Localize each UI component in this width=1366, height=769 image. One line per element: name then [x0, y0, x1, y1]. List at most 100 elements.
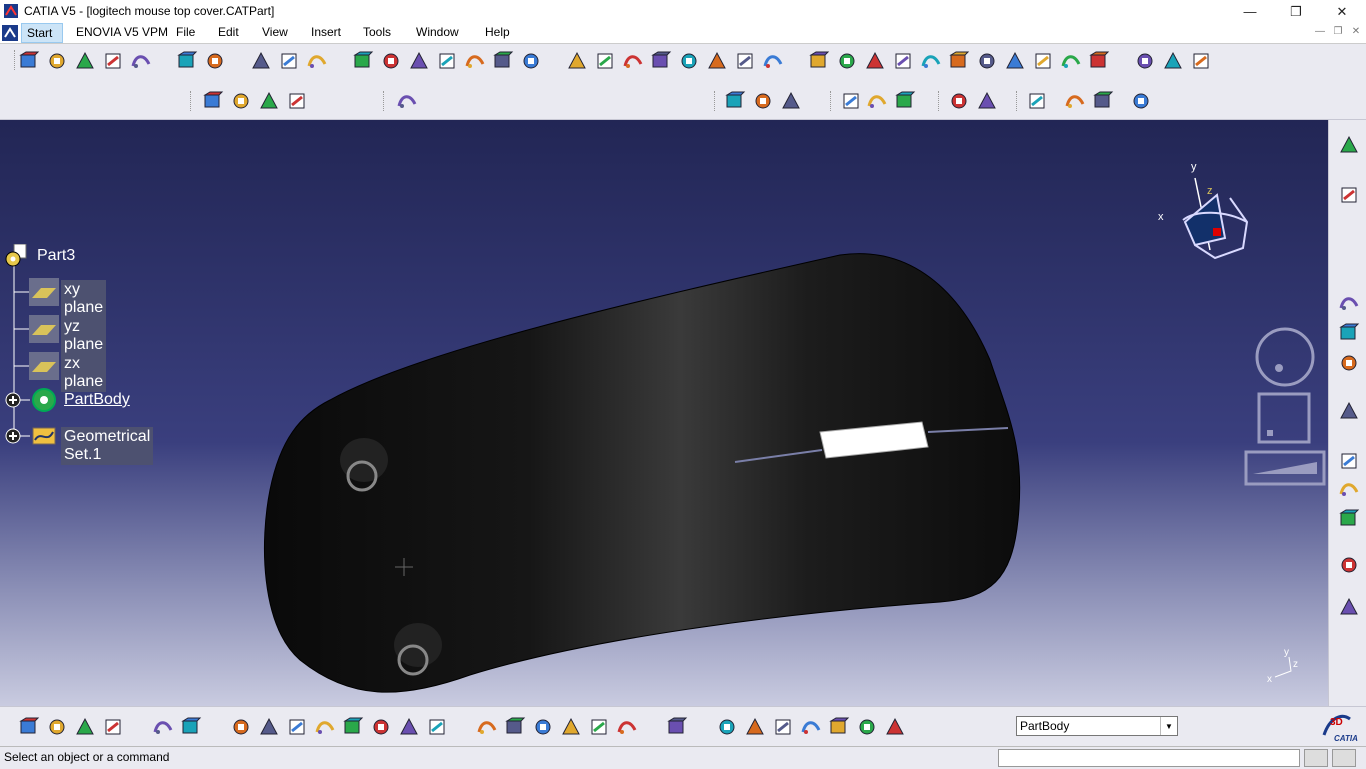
layer-icon[interactable] — [884, 716, 906, 738]
hide-icon[interactable] — [1060, 50, 1082, 72]
slot-icon[interactable] — [408, 50, 430, 72]
chevron-down-icon[interactable]: ▼ — [1160, 717, 1177, 735]
redo-icon[interactable] — [398, 716, 420, 738]
expand-geoset-icon[interactable] — [5, 428, 21, 444]
grid2-icon[interactable] — [1092, 90, 1114, 112]
hole-icon[interactable] — [492, 50, 514, 72]
document-icon[interactable] — [2, 25, 18, 41]
help-icon[interactable] — [426, 716, 448, 738]
surface2-icon[interactable] — [230, 90, 252, 112]
doc-close-button[interactable]: ✕ — [1349, 26, 1363, 40]
fit-icon[interactable] — [808, 50, 830, 72]
iso-view-icon[interactable] — [976, 50, 998, 72]
line-icon[interactable] — [866, 90, 888, 112]
fly-icon[interactable] — [716, 716, 738, 738]
color-icon[interactable] — [102, 716, 124, 738]
part-icon[interactable] — [4, 244, 30, 268]
menu-help[interactable]: Help — [485, 25, 510, 39]
dimension-icon[interactable] — [1338, 450, 1360, 472]
partbody-icon[interactable] — [29, 386, 59, 414]
print-icon[interactable] — [258, 716, 280, 738]
render-icon[interactable] — [1032, 50, 1054, 72]
catia-app-icon[interactable] — [4, 4, 18, 18]
analysis-icon[interactable] — [948, 90, 970, 112]
spline-icon[interactable] — [46, 50, 68, 72]
zx-plane-icon[interactable] — [29, 352, 59, 380]
extrude-icon[interactable] — [352, 50, 374, 72]
viewport-canvas[interactable] — [0, 120, 1328, 706]
mod-icon[interactable] — [1162, 50, 1184, 72]
anchor-icon[interactable] — [1338, 508, 1360, 530]
tree-node-part3[interactable]: Part3 — [34, 246, 78, 266]
axis-icon[interactable] — [772, 716, 794, 738]
offset-icon[interactable] — [734, 50, 756, 72]
part-design-icon[interactable] — [18, 716, 40, 738]
apply-icon[interactable] — [780, 90, 802, 112]
scale-icon[interactable] — [800, 716, 822, 738]
update-icon[interactable] — [666, 716, 688, 738]
eraser-icon[interactable] — [258, 90, 280, 112]
annotation-plane-icon[interactable] — [1338, 352, 1360, 374]
maximize-button[interactable]: ❐ — [1273, 0, 1319, 23]
formula-icon[interactable] — [476, 716, 498, 738]
wireframe-icon[interactable] — [46, 716, 68, 738]
menu-file[interactable]: File — [176, 25, 195, 39]
yz-plane-icon[interactable] — [29, 315, 59, 343]
link-icon[interactable] — [532, 716, 554, 738]
cut-icon[interactable] — [286, 716, 308, 738]
hand-icon[interactable] — [744, 716, 766, 738]
camera-icon[interactable] — [1338, 596, 1360, 618]
constraint-icon[interactable] — [278, 50, 300, 72]
minimize-button[interactable]: — — [1227, 0, 1273, 23]
point-icon[interactable] — [18, 50, 40, 72]
filter-icon[interactable] — [856, 716, 878, 738]
menu-start[interactable]: Start — [21, 23, 63, 43]
doc-minimize-button[interactable]: — — [1313, 26, 1327, 40]
grid-icon[interactable] — [250, 50, 272, 72]
new-icon[interactable] — [152, 716, 174, 738]
face-icon[interactable] — [678, 50, 700, 72]
measure-icon[interactable] — [130, 50, 152, 72]
sketcher-icon[interactable] — [1338, 184, 1360, 206]
settings-gear-icon[interactable] — [1338, 134, 1360, 156]
insert-body-icon[interactable] — [396, 90, 418, 112]
constraint2-icon[interactable] — [1338, 478, 1360, 500]
box-icon[interactable] — [306, 50, 328, 72]
curve-icon[interactable] — [74, 50, 96, 72]
catalog-icon[interactable] — [616, 716, 638, 738]
close-button[interactable]: ✕ — [1319, 0, 1365, 23]
mod2-icon[interactable] — [1190, 50, 1212, 72]
zoom-out-icon[interactable] — [920, 50, 942, 72]
paste-icon[interactable] — [342, 716, 364, 738]
power-input-field[interactable] — [998, 749, 1300, 767]
measure2-icon[interactable] — [176, 50, 198, 72]
menu-window[interactable]: Window — [416, 25, 459, 39]
frame-icon[interactable] — [566, 50, 588, 72]
target-icon[interactable] — [464, 50, 486, 72]
pad-icon[interactable] — [204, 50, 226, 72]
undo-icon[interactable] — [370, 716, 392, 738]
status-toggle-button-2[interactable] — [1332, 749, 1356, 767]
swap-icon[interactable] — [1088, 50, 1110, 72]
rotate-icon[interactable] — [864, 50, 886, 72]
copy-icon[interactable] — [314, 716, 336, 738]
text-annotation-icon[interactable] — [1338, 292, 1360, 314]
compass-widget[interactable]: y x z — [1155, 160, 1255, 270]
tree-node-zx-plane[interactable]: zx plane — [61, 354, 107, 392]
tube-icon[interactable] — [594, 50, 616, 72]
tree-node-geometrical-set[interactable]: Geometrical Set.1 — [61, 427, 154, 465]
tree-node-xy-plane[interactable]: xy plane — [61, 280, 107, 318]
body-icon[interactable] — [286, 90, 308, 112]
rib-icon[interactable] — [436, 50, 458, 72]
comment-icon[interactable] — [504, 716, 526, 738]
shell-icon[interactable] — [622, 50, 644, 72]
workbench-icon[interactable] — [74, 716, 96, 738]
std-view-icon[interactable] — [1134, 50, 1156, 72]
save-icon[interactable] — [230, 716, 252, 738]
sweep-icon[interactable] — [520, 50, 542, 72]
doc-restore-button[interactable]: ❐ — [1331, 26, 1345, 40]
menu-view[interactable]: View — [262, 25, 288, 39]
plane-icon[interactable] — [894, 90, 916, 112]
sketch-icon[interactable] — [102, 50, 124, 72]
tree-node-yz-plane[interactable]: yz plane — [61, 317, 107, 355]
